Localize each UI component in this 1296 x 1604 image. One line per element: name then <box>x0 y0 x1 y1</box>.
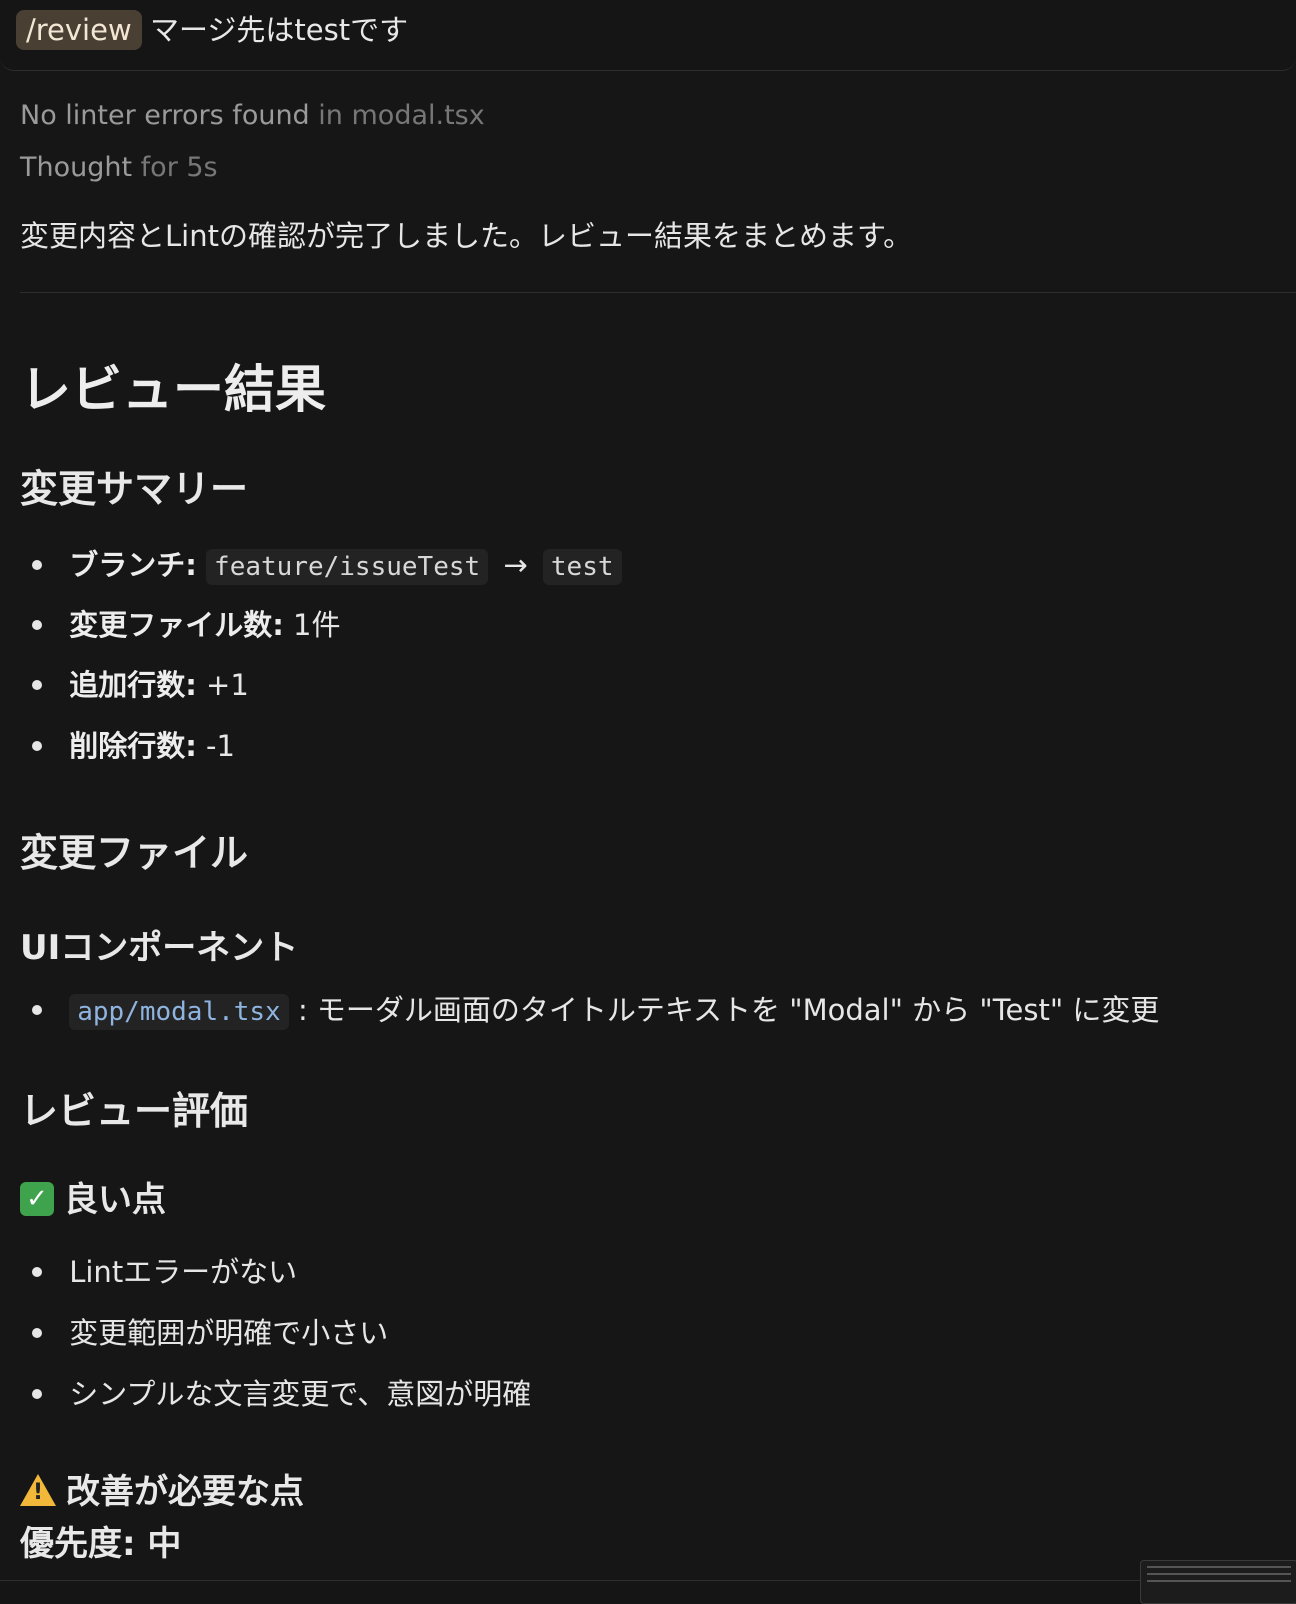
files-heading: 変更ファイル <box>20 831 249 875</box>
good-point-text: Lintエラーがない <box>69 1255 298 1289</box>
thumbnail-line <box>1147 1566 1291 1568</box>
thumbnail-line <box>1147 1580 1291 1582</box>
evaluation-heading: レビュー評価 <box>20 1089 249 1133</box>
bullet-dot <box>32 1328 42 1338</box>
review-title: レビュー結果 <box>20 361 327 420</box>
review-command-chip[interactable]: /review <box>16 10 142 50</box>
files-value: 1件 <box>293 608 341 642</box>
ui-components-heading: UIコンポーネント <box>20 928 299 968</box>
assistant-message: 変更内容とLintの確認が完了しました。レビュー結果をまとめます。 <box>20 219 913 253</box>
list-item: シンプルな文言変更で、意図が明確 <box>20 1372 531 1416</box>
improve-points-heading: 改善が必要な点 <box>20 1464 304 1513</box>
list-item-branch: ブランチ: feature/issueTest → test <box>20 543 622 587</box>
lint-log-main: No linter errors found <box>20 100 310 131</box>
bullet-dot <box>32 620 42 630</box>
good-point-text: 変更範囲が明確で小さい <box>69 1316 389 1350</box>
arrow-icon: → <box>503 548 528 582</box>
deleted-value: -1 <box>206 729 235 763</box>
bottom-input-bar[interactable] <box>0 1580 1296 1603</box>
thought-log-main: Thought <box>20 152 133 183</box>
list-item-files: 変更ファイル数: 1件 <box>20 603 341 647</box>
files-label: 変更ファイル数: <box>69 608 284 642</box>
list-item-added: 追加行数: +1 <box>20 663 249 707</box>
lint-log[interactable]: No linter errors found in modal.tsx <box>20 100 485 131</box>
thumbnail-line <box>1147 1573 1291 1575</box>
file-change-desc: : モーダル画面のタイトルテキストを "Modal" から "Test" に変更 <box>297 993 1160 1027</box>
branch-to-code: test <box>542 549 622 585</box>
list-item-file: app/modal.tsx : モーダル画面のタイトルテキストを "Modal"… <box>20 988 1159 1032</box>
bullet-dot <box>32 1267 42 1277</box>
good-points-label: 良い点 <box>64 1180 166 1220</box>
prompt-text: マージ先はtestです <box>150 13 409 47</box>
bullet-dot <box>32 1389 42 1399</box>
check-mark-button-icon: ✓ <box>20 1181 54 1216</box>
file-path-link[interactable]: app/modal.tsx <box>69 994 289 1030</box>
branch-from-code: feature/issueTest <box>206 549 489 585</box>
bullet-dot <box>32 1005 42 1015</box>
added-label: 追加行数: <box>69 668 197 702</box>
divider <box>20 292 1296 293</box>
list-item-deleted: 削除行数: -1 <box>20 724 235 768</box>
improve-points-label: 改善が必要な点 <box>66 1472 304 1512</box>
prompt-header[interactable]: /review マージ先はtestです <box>0 0 1296 71</box>
deleted-label: 削除行数: <box>69 729 197 763</box>
bullet-dot <box>32 741 42 751</box>
good-points-heading: ✓ 良い点 <box>20 1172 166 1221</box>
bullet-dot <box>32 680 42 690</box>
bullet-dot <box>32 560 42 570</box>
preview-thumbnail[interactable] <box>1140 1560 1296 1604</box>
list-item: 変更範囲が明確で小さい <box>20 1311 388 1355</box>
added-value: +1 <box>206 668 249 702</box>
lint-log-suffix: in modal.tsx <box>318 100 485 131</box>
summary-heading: 変更サマリー <box>20 467 249 511</box>
priority-heading: 優先度: 中 <box>20 1524 182 1564</box>
branch-label: ブランチ: <box>69 548 197 582</box>
thought-log-suffix: for 5s <box>140 152 218 183</box>
list-item: Lintエラーがない <box>20 1250 297 1294</box>
warning-icon <box>20 1473 56 1506</box>
thought-log[interactable]: Thought for 5s <box>20 152 218 183</box>
good-point-text: シンプルな文言変更で、意図が明確 <box>69 1377 532 1411</box>
